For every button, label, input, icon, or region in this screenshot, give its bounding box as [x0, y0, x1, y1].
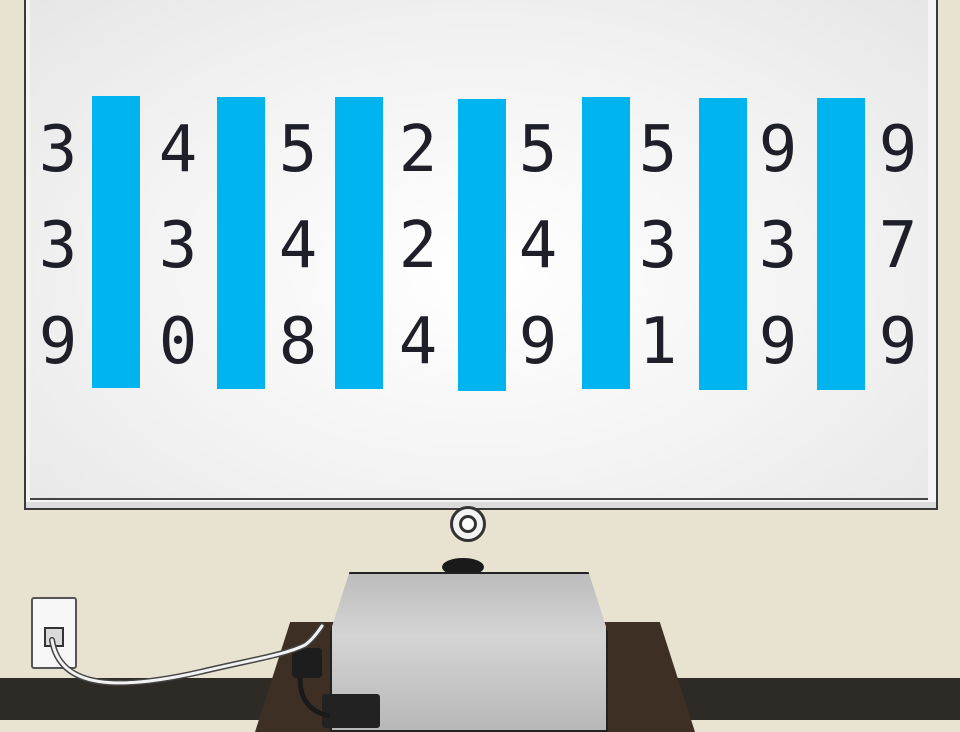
projection-scene: 3 3 9 4 3 0 5 4 8 2 2 4 5 4 9 5 3 1 9 3 9 9 7 9 — [0, 0, 960, 732]
blue-stripe — [817, 98, 865, 390]
digit: 3 — [158, 209, 198, 283]
digit-column: 3 3 9 — [28, 110, 88, 398]
blue-stripe — [217, 97, 265, 389]
digit: 3 — [38, 209, 78, 283]
digit: 4 — [518, 209, 558, 283]
digit: 7 — [878, 209, 918, 283]
blue-stripe — [92, 96, 140, 388]
socket-icon — [44, 627, 64, 647]
digit: 8 — [278, 305, 318, 379]
digit: 5 — [518, 113, 558, 187]
blue-stripe — [335, 97, 383, 389]
blue-stripe — [582, 97, 630, 389]
digit-column: 9 3 9 — [748, 110, 808, 398]
digit: 3 — [758, 209, 798, 283]
digit-column: 2 2 4 — [388, 110, 448, 398]
blue-stripe — [458, 99, 506, 391]
plug-icon — [292, 648, 322, 678]
digit: 0 — [158, 305, 198, 379]
digit: 4 — [398, 305, 438, 379]
digit: 3 — [638, 209, 678, 283]
screen-pull-ring-icon — [450, 506, 486, 542]
digit: 4 — [278, 209, 318, 283]
digit: 5 — [638, 113, 678, 187]
digit: 9 — [758, 113, 798, 187]
digit: 5 — [278, 113, 318, 187]
digit: 1 — [638, 305, 678, 379]
digit: 2 — [398, 113, 438, 187]
power-outlet-icon — [31, 597, 77, 669]
power-adapter-icon — [322, 694, 380, 728]
digit-column: 5 4 9 — [508, 110, 568, 398]
digit-column: 4 3 0 — [148, 110, 208, 398]
digit: 9 — [518, 305, 558, 379]
digit-column: 9 7 9 — [868, 110, 928, 398]
blue-stripe — [699, 98, 747, 390]
digit: 4 — [158, 113, 198, 187]
digit: 9 — [878, 113, 918, 187]
digit: 3 — [38, 113, 78, 187]
digit: 9 — [878, 305, 918, 379]
digit: 9 — [758, 305, 798, 379]
digit: 2 — [398, 209, 438, 283]
digit-column: 5 3 1 — [628, 110, 688, 398]
digit-column: 5 4 8 — [268, 110, 328, 398]
digit: 9 — [38, 305, 78, 379]
